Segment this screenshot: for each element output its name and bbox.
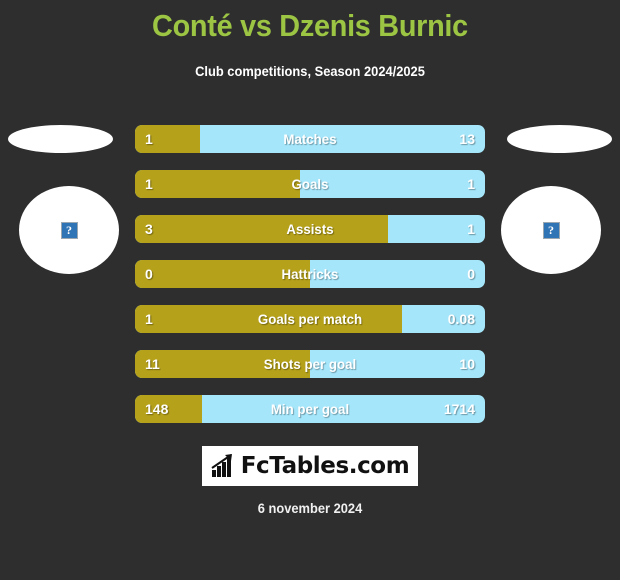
player-right-name-banner	[507, 125, 612, 153]
stat-value-right: 0	[467, 266, 475, 282]
stat-value-right: 10	[459, 356, 475, 372]
stat-label: Assists	[286, 221, 334, 237]
broken-image-icon: ?	[542, 221, 560, 239]
table-row: 0 Hattricks 0	[135, 260, 485, 288]
footer-date: 6 november 2024	[257, 500, 363, 516]
stat-value-right: 1	[467, 221, 475, 237]
table-row: 3 Assists 1	[135, 215, 485, 243]
stat-label: Hattricks	[281, 266, 339, 282]
broken-image-icon: ?	[60, 221, 78, 239]
player-left-avatar: ?	[19, 186, 119, 274]
stat-comparison-page: Conté vs Dzenis Burnic Club competitions…	[0, 0, 620, 580]
player-right: ?	[485, 118, 620, 278]
table-row: 1 Goals per match 0.08	[135, 305, 485, 333]
stat-label: Goals per match	[257, 311, 363, 327]
stat-label: Matches	[283, 131, 337, 147]
bar-chart-icon	[211, 454, 232, 477]
player-right-avatar: ?	[501, 186, 601, 274]
stat-label: Min per goal	[270, 401, 350, 417]
fctables-logo[interactable]: FcTables.com	[202, 446, 418, 486]
stat-value-right: 0.08	[447, 311, 475, 327]
stat-value-right: 13	[459, 131, 475, 147]
stat-label: Shots per goal	[263, 356, 357, 372]
fctables-logo-text: FcTables.com	[240, 453, 410, 479]
page-subtitle: Club competitions, Season 2024/2025	[195, 63, 425, 79]
page-title: Conté vs Dzenis Burnic	[152, 8, 468, 43]
table-row: 1 Matches 13	[135, 125, 485, 153]
table-row: 148 Min per goal 1714	[135, 395, 485, 423]
stat-label: Goals	[291, 176, 329, 192]
player-left: ?	[0, 118, 135, 278]
stat-bars: 1 Matches 13 1 Goals 1 3 Assists 1 0 Hat…	[135, 125, 485, 440]
stat-value-right: 1	[467, 176, 475, 192]
stat-value-right: 1714	[443, 401, 475, 417]
table-row: 11 Shots per goal 10	[135, 350, 485, 378]
table-row: 1 Goals 1	[135, 170, 485, 198]
player-left-name-banner	[8, 125, 113, 153]
